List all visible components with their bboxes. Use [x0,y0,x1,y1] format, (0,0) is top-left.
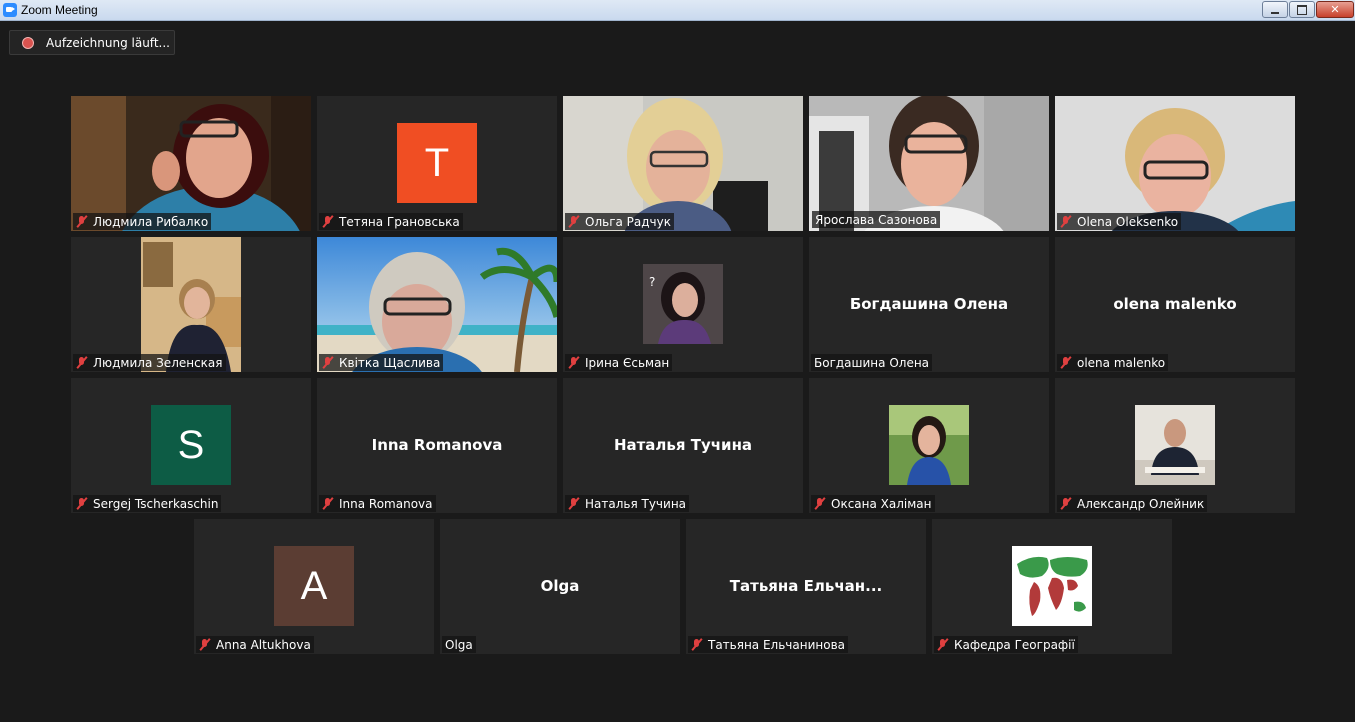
participant-display-name: olena malenko [1113,295,1237,313]
participant-video [71,96,311,231]
participant-tile[interactable]: Olena Oleksenko [1055,96,1295,231]
participant-display-name: Татьяна Ельчан... [729,577,883,595]
mic-muted-icon [568,356,580,369]
participant-name-label: Sergej Tscherkaschin [73,495,222,512]
participant-name-label: Anna Altukhova [196,636,314,653]
participant-tile[interactable]: T Тетяна Грановська [317,96,557,231]
maximize-icon [1297,4,1307,15]
mic-muted-icon [691,638,703,651]
participant-avatar: S [151,405,231,485]
participant-tile[interactable]: Наталья Тучина Наталья Тучина [563,378,803,513]
mic-muted-icon [568,497,580,510]
mic-muted-icon [199,638,211,651]
recording-dot-icon [22,36,34,49]
participant-video [563,96,803,231]
participant-name-label: Наталья Тучина [565,495,690,512]
mic-muted-icon [76,215,88,228]
participant-tile[interactable]: olena malenko olena malenko [1055,237,1295,372]
participant-tile-active-speaker[interactable]: Ярослава Сазонова [809,96,1049,231]
window-title-bar: Zoom Meeting ✕ [0,0,1355,21]
participant-name-label: Ярослава Сазонова [812,211,941,228]
participant-display-name: Наталья Тучина [613,436,753,454]
participant-tile[interactable]: Татьяна Ельчан... Татьяна Ельчанинова [686,519,926,654]
participant-display-name: Inna Romanova [371,436,503,454]
participant-name-label: Olga [442,636,476,653]
mic-muted-icon [1060,356,1072,369]
mic-muted-icon [1060,497,1072,510]
participant-tile[interactable]: Inna Romanova Inna Romanova [317,378,557,513]
participant-name-label: Татьяна Ельчанинова [688,636,849,653]
window-title: Zoom Meeting [21,3,98,17]
participant-name-label: Богдашина Олена [811,354,933,371]
participant-avatar: A [274,546,354,626]
participant-tile[interactable]: S Sergej Tscherkaschin [71,378,311,513]
participant-photo: ? [643,264,723,344]
participant-name-label: Тетяна Грановська [319,213,463,230]
participant-name-label: Inna Romanova [319,495,436,512]
participant-tile[interactable]: Людмила Рибалко [71,96,311,231]
participant-video [1055,96,1295,231]
mic-muted-icon [814,497,826,510]
mic-muted-icon [1060,215,1072,228]
participant-tile[interactable]: Ольга Радчук [563,96,803,231]
participant-avatar: T [397,123,477,203]
participant-video [317,237,557,372]
participant-name-label: Оксана Халіман [811,495,935,512]
participant-tile[interactable]: Квітка Щаслива [317,237,557,372]
participant-name-label: olena malenko [1057,354,1169,371]
mic-muted-icon [322,497,334,510]
participant-photo [889,405,969,485]
participant-name-label: Ірина Єсьман [565,354,673,371]
participant-display-name: Olga [540,577,580,595]
participant-name-label: Ольга Радчук [565,213,674,230]
participant-tile[interactable]: Александр Олейник [1055,378,1295,513]
participant-name-label: Людмила Зеленская [73,354,226,371]
participant-photo [1135,405,1215,485]
participant-name-label: Кафедра Географії [934,636,1078,653]
recording-indicator[interactable]: Aufzeichnung läuft... [9,30,175,55]
participant-tile[interactable]: Кафедра Географії [932,519,1172,654]
participant-name-label: Людмила Рибалко [73,213,212,230]
participant-tile[interactable]: Богдашина Олена Богдашина Олена [809,237,1049,372]
participant-display-name: Богдашина Олена [849,295,1009,313]
participant-name-label: Квітка Щаслива [319,354,444,371]
participant-name-label: Александр Олейник [1057,495,1208,512]
mic-muted-icon [322,215,334,228]
mic-muted-icon [76,497,88,510]
participant-tile[interactable]: Olga Olga [440,519,680,654]
participant-name-label: Olena Oleksenko [1057,213,1182,230]
participant-tile[interactable]: ? Ірина Єсьман [563,237,803,372]
participant-tile[interactable]: A Anna Altukhova [194,519,434,654]
maximize-button[interactable] [1289,1,1315,18]
mic-muted-icon [76,356,88,369]
mic-muted-icon [322,356,334,369]
svg-text:?: ? [649,275,655,289]
participant-video [71,237,311,372]
minimize-icon [1271,11,1279,14]
recording-label: Aufzeichnung läuft... [46,35,170,50]
participant-tile[interactable]: Оксана Халіман [809,378,1049,513]
minimize-button[interactable] [1262,1,1288,18]
close-button[interactable]: ✕ [1316,1,1354,18]
close-icon: ✕ [1330,3,1340,16]
participant-tile[interactable]: Людмила Зеленская [71,237,311,372]
participant-photo-world-map [1012,546,1092,626]
zoom-app-icon [3,3,17,17]
mic-muted-icon [568,215,580,228]
mic-muted-icon [937,638,949,651]
